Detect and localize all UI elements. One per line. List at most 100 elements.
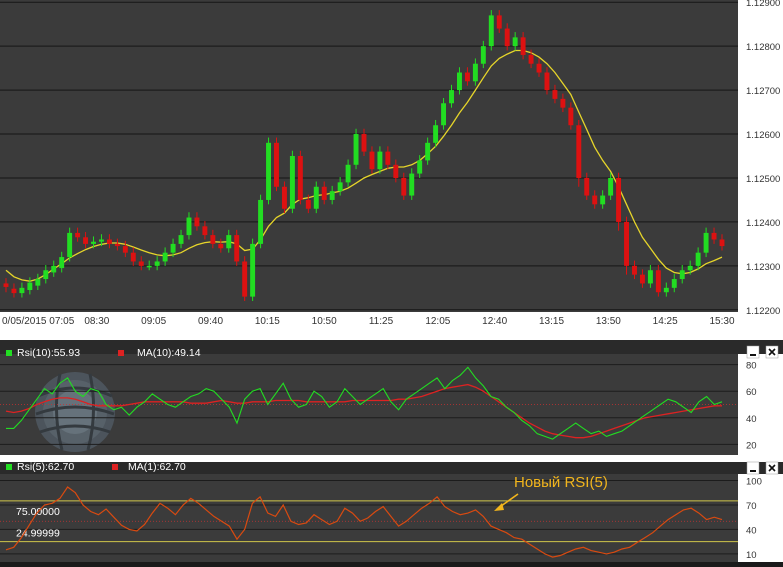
candle-down xyxy=(528,54,534,64)
watermark-globe-logo xyxy=(35,372,115,452)
candle-down xyxy=(274,142,279,187)
price-tick-label: 1.12500 xyxy=(746,174,780,185)
candle-down xyxy=(584,177,590,196)
candle-down xyxy=(560,98,566,108)
candle-up xyxy=(695,252,701,266)
candle-down xyxy=(106,239,112,244)
candle-down xyxy=(568,107,574,126)
price-tick-label: 1.12700 xyxy=(746,86,780,97)
candle-down xyxy=(544,72,550,91)
candle-down xyxy=(393,164,399,178)
candle-down xyxy=(385,151,391,165)
candle-up xyxy=(687,265,693,271)
candle-down xyxy=(130,252,136,262)
candle-up xyxy=(170,243,176,253)
candle-up xyxy=(457,72,462,91)
candle-up xyxy=(35,279,41,286)
time-tick-label: 09:40 xyxy=(198,316,223,327)
candle-down xyxy=(3,283,9,287)
candle-down xyxy=(719,239,725,247)
rsi10-legend-swatch xyxy=(6,350,12,356)
candle-up xyxy=(43,270,49,280)
rsi5-level-label: 24.99999 xyxy=(16,528,60,540)
candle-down xyxy=(536,63,542,73)
price-tick-label: 1.12600 xyxy=(746,130,780,141)
candle-up xyxy=(51,265,57,273)
candle-up xyxy=(27,282,33,291)
time-tick-label: 08:30 xyxy=(84,316,109,327)
rsi10-minimize-button[interactable] xyxy=(746,345,760,359)
rsi5-panel: Rsi(5):62.70 MA(1):62.70 100704010 75.00… xyxy=(0,455,783,562)
candle-down xyxy=(75,232,81,238)
time-tick-label: 12:05 xyxy=(425,316,450,327)
candle-up xyxy=(337,182,343,192)
candle-down xyxy=(552,90,558,99)
minimize-icon xyxy=(750,354,756,356)
candle-up xyxy=(226,235,232,249)
candle-up xyxy=(67,232,73,258)
candle-down xyxy=(234,235,240,262)
candle-up xyxy=(178,235,184,244)
candle-up xyxy=(345,164,351,183)
rsi5-tick-label: 100 xyxy=(746,477,762,488)
time-tick-label: 12:40 xyxy=(482,316,507,327)
rsi10-ma-legend-swatch xyxy=(118,350,124,356)
candle-up xyxy=(266,142,271,200)
candle-up xyxy=(663,287,669,293)
candle-down xyxy=(624,221,629,266)
candle-up xyxy=(441,103,447,126)
candle-down xyxy=(632,265,637,275)
candle-up xyxy=(425,142,431,161)
candle-down xyxy=(202,226,208,236)
rsi5-annotation-text: Новый RSI(5) xyxy=(514,474,608,491)
candle-up xyxy=(91,241,96,244)
rsi10-axis-background xyxy=(738,354,783,455)
candle-up xyxy=(250,243,256,297)
candle-up xyxy=(480,46,486,64)
candle-up xyxy=(377,151,383,170)
candle-down xyxy=(496,15,502,29)
rsi10-header xyxy=(0,340,783,354)
rsi10-close-button[interactable] xyxy=(765,345,779,359)
price-panel-background xyxy=(0,0,783,329)
minimize-icon xyxy=(750,470,756,472)
rsi10-ma-legend-label: MA(10):49.14 xyxy=(137,347,201,359)
time-tick-label: 15:30 xyxy=(709,316,734,327)
candle-up xyxy=(647,270,653,284)
candle-down xyxy=(321,186,327,200)
candle-up xyxy=(289,156,295,209)
candle-up xyxy=(703,232,709,253)
rsi10-tick-label: 80 xyxy=(746,361,757,372)
candle-down xyxy=(297,156,303,200)
candle-up xyxy=(186,217,192,236)
candle-down xyxy=(361,134,367,152)
candle-down xyxy=(210,235,216,244)
time-tick-label: 0/05/2015 07:05 xyxy=(2,316,75,327)
rsi5-tick-label: 10 xyxy=(746,550,757,561)
candle-up xyxy=(600,195,606,205)
candle-up xyxy=(329,191,335,200)
candle-up xyxy=(417,160,423,174)
forex-chart: 1.12900 1.12800 1.12700 1.12600 1.12500 1.124… xyxy=(0,0,783,562)
candle-up xyxy=(608,177,614,196)
rsi10-tick-label: 40 xyxy=(746,414,757,425)
time-tick-label: 13:15 xyxy=(539,316,564,327)
rsi5-close-button[interactable] xyxy=(765,461,779,475)
rsi10-tick-label: 60 xyxy=(746,387,757,398)
candle-down xyxy=(83,237,89,244)
candle-down xyxy=(504,28,510,47)
rsi5-tick-label: 40 xyxy=(746,525,757,536)
candle-down xyxy=(520,37,526,55)
rsi5-minimize-button[interactable] xyxy=(746,461,760,475)
candle-down xyxy=(122,246,128,253)
time-tick-label: 11:25 xyxy=(369,316,394,327)
rsi5-legend-label: Rsi(5):62.70 xyxy=(17,461,74,473)
candle-up xyxy=(19,287,25,294)
candle-down xyxy=(711,232,717,240)
candle-down xyxy=(218,243,224,249)
price-panel: 1.12900 1.12800 1.12700 1.12600 1.12500 1.124… xyxy=(0,0,783,329)
price-tick-label: 1.12900 xyxy=(746,0,780,9)
candle-up xyxy=(671,279,677,288)
candle-down xyxy=(655,270,661,293)
rsi5-legend-swatch xyxy=(6,464,12,470)
